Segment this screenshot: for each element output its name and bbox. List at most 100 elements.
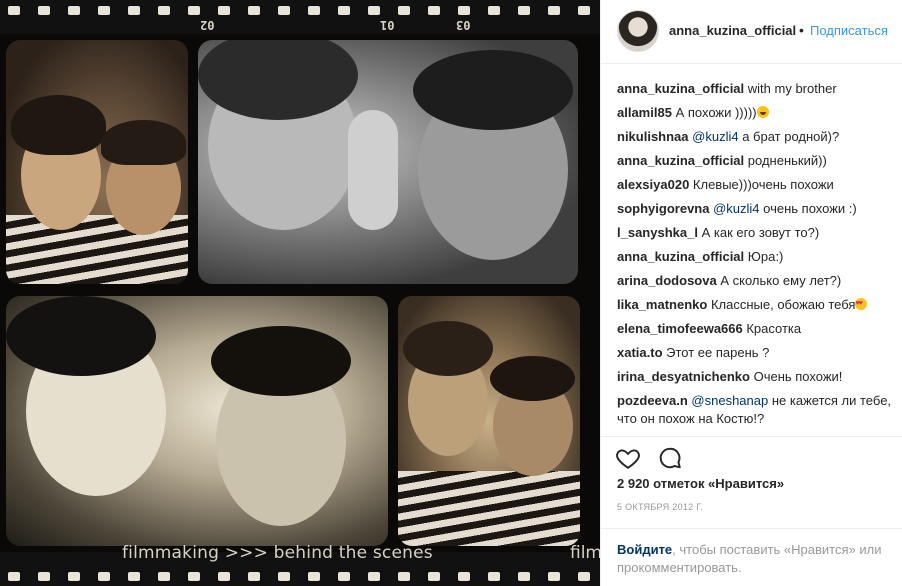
comment-username[interactable]: nikulishnaa [617,129,689,144]
film-sprocket-hole [338,572,350,581]
follow-button[interactable]: Подписаться [810,23,888,38]
film-sprocket-hole [128,6,140,15]
film-sprocket-hole [518,572,530,581]
film-frame-number: 02 [200,18,215,32]
film-sprocket-hole [398,6,410,15]
film-sprocket-hole [548,572,560,581]
film-sprocket-hole [548,6,560,15]
heart-icon[interactable] [615,445,641,471]
comment-item: nikulishnaa @kuzli4 а брат родной)? [617,128,895,146]
comment-text: А сколько ему лет?) [720,273,842,288]
comment-username[interactable]: anna_kuzina_official [617,153,744,168]
comment-username[interactable]: arina_dodosova [617,273,717,288]
photo-frame-2 [198,40,578,284]
comment-item: sophyigorevna @kuzli4 очень похожи :) [617,200,895,218]
film-sprocket-hole [248,572,260,581]
grinning-emoji-icon [756,106,769,118]
comment-item: pozdeeva.n @sneshanap не кажется ли тебе… [617,392,895,428]
film-strip-top: 02 03 01 [0,0,600,34]
film-sprocket-hole [368,572,380,581]
comment-text: А похожи ))))) [675,105,757,120]
comment-item: anna_kuzina_official Юра:) [617,248,895,266]
comment-text: очень похожи :) [763,201,857,216]
film-sprocket-hole [428,572,440,581]
comment-item: l_sanyshka_l А как его зовут то?) [617,224,895,242]
film-sprocket-hole [458,572,470,581]
comment-username[interactable]: anna_kuzina_official [617,249,744,264]
film-sprocket-hole [338,6,350,15]
post-header: anna_kuzina_official • Подписаться [601,0,902,64]
comment-username[interactable]: xatia.to [617,345,663,360]
heart-eyes-emoji-icon [855,295,868,313]
comment-username[interactable]: elena_timofeewa666 [617,321,743,336]
comment-text: родненький)) [747,153,827,168]
likes-count[interactable]: 2 920 отметок «Нравится» [617,476,784,491]
login-prompt: Войдите, чтобы поставить «Нравится» или … [601,528,902,586]
film-sprocket-hole [488,6,500,15]
film-sprocket-hole [368,6,380,15]
post-side-panel: anna_kuzina_official • Подписаться anna_… [600,0,902,586]
comment-item: anna_kuzina_official with my brother [617,80,895,98]
login-prompt-text: Войдите, чтобы поставить «Нравится» или … [617,541,891,577]
login-link[interactable]: Войдите [617,542,672,557]
film-sprocket-hole [188,6,200,15]
film-sprocket-hole [278,6,290,15]
comment-text: а брат родной)? [742,129,840,144]
film-sprocket-hole [458,6,470,15]
comment-username[interactable]: anna_kuzina_official [617,81,744,96]
comment-text: Очень похожи! [753,369,843,384]
comment-mention[interactable]: @kuzli4 [713,201,759,216]
film-sprocket-hole [248,6,260,15]
film-sprocket-hole [128,572,140,581]
comment-text: Этот ее парень ? [666,345,770,360]
film-sprocket-hole [68,6,80,15]
photo-frame-1 [6,40,188,284]
comment-item: allamil85 А похожи ))))) [617,104,895,122]
comment-username[interactable]: pozdeeva.n [617,393,688,408]
film-sprocket-hole [98,572,110,581]
comment-mention[interactable]: @kuzli4 [692,129,738,144]
photo-caption-fragment: film [570,543,600,563]
comment-text: Юра:) [747,249,784,264]
post-photo[interactable]: 02 03 01 filmmaking >>> behind the scenes … [0,0,600,586]
film-sprocket-hole [98,6,110,15]
film-frame-number: 01 [380,18,395,32]
action-bar [601,436,902,477]
comment-username[interactable]: allamil85 [617,105,672,120]
photo-frame-4 [398,296,580,546]
film-sprocket-hole [68,572,80,581]
film-sprocket-hole [38,6,50,15]
comment-text: Клевые)))очень похожи [692,177,834,192]
film-sprocket-hole [578,6,590,15]
avatar[interactable] [617,10,659,52]
film-sprocket-hole [158,6,170,15]
comment-item: arina_dodosova А сколько ему лет?) [617,272,895,290]
film-sprocket-hole [158,572,170,581]
header-separator: • [799,22,804,38]
comment-mention[interactable]: @sneshanap [691,393,768,408]
film-sprocket-hole [218,572,230,581]
photo-frame-3 [6,296,388,546]
comment-username[interactable]: lika_matnenko [617,297,707,312]
film-sprocket-hole [488,572,500,581]
comment-username[interactable]: l_sanyshka_l [617,225,698,240]
comment-item: xatia.to Этот ее парень ? [617,344,895,362]
film-sprocket-hole [278,572,290,581]
film-sprocket-hole [518,6,530,15]
comment-bubble-icon[interactable] [657,445,683,471]
comment-username[interactable]: alexsiya020 [617,177,689,192]
comment-text: with my brother [747,81,837,96]
film-sprocket-hole [428,6,440,15]
comment-text: Красотка [746,321,802,336]
comment-item: elena_timofeewa666 Красотка [617,320,895,338]
comment-username[interactable]: irina_desyatnichenko [617,369,750,384]
header-username[interactable]: anna_kuzina_official [669,23,796,38]
post-date[interactable]: 5 октября 2012 г. [617,502,703,512]
film-sprocket-hole [188,572,200,581]
comment-item: lika_matnenko Классные, обожаю тебя [617,295,895,314]
comments-list[interactable]: anna_kuzina_official with my brother alla… [617,80,895,436]
comment-username[interactable]: sophyigorevna [617,201,709,216]
film-sprocket-hole [38,572,50,581]
film-sprocket-hole [218,6,230,15]
film-sprocket-hole [8,572,20,581]
